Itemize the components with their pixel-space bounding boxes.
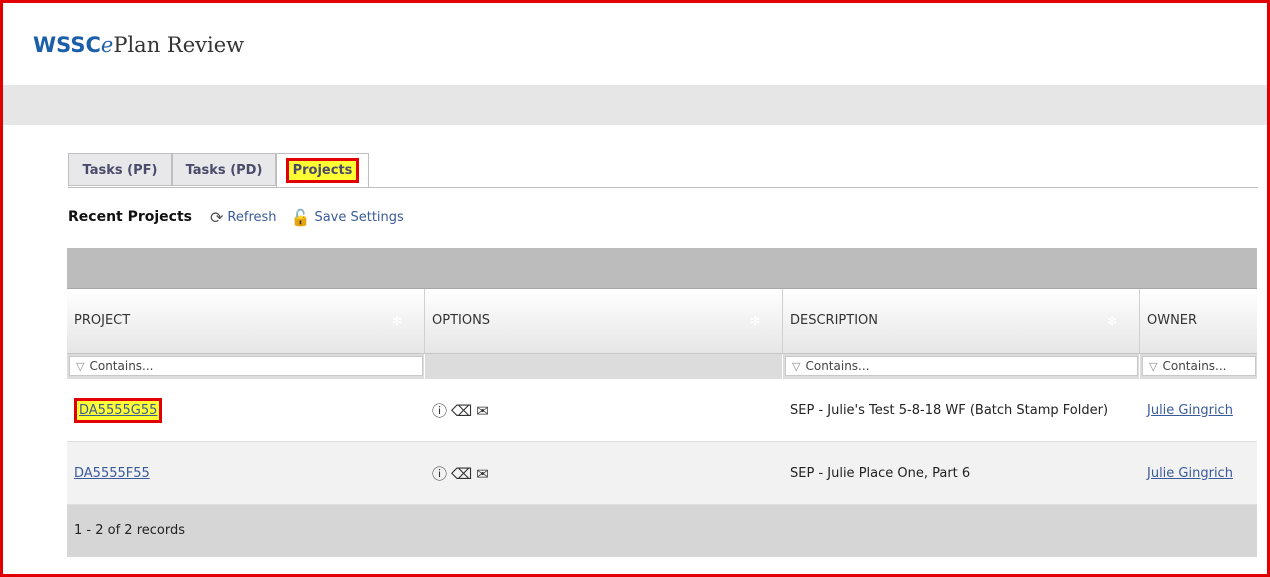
funnel-icon: ▽ [1149, 360, 1158, 373]
column-header-description[interactable]: DESCRIPTION ✻ [783, 289, 1140, 353]
owner-cell: Julie Gingrich [1140, 403, 1257, 418]
info-icon[interactable]: ⓘ [432, 402, 447, 420]
project-cell: DA5555F55 [67, 466, 425, 481]
tab-label: Tasks (PD) [185, 163, 263, 178]
projects-grid: PROJECT ✻ OPTIONS ✻ DESCRIPTION ✻ OWNER … [67, 248, 1257, 557]
filter-row: ▽ Contains... ▽ Contains... ▽ Contains... [67, 354, 1257, 379]
owner-link[interactable]: Julie Gingrich [1147, 403, 1233, 418]
project-link[interactable]: DA5555F55 [74, 466, 150, 481]
refresh-icon: ⟳ [210, 207, 224, 227]
save-settings-label: Save Settings [314, 209, 404, 225]
tab-label: Tasks (PF) [82, 163, 158, 178]
project-link[interactable]: DA5555G55 [74, 397, 163, 423]
column-header-label: OWNER [1147, 313, 1198, 328]
funnel-icon: ▽ [76, 360, 85, 373]
mail-icon[interactable]: ✉ [476, 465, 489, 483]
grid-toolbar: Recent Projects ⟳ Refresh 🔓 Save Setting… [68, 207, 418, 227]
mail-icon[interactable]: ✉ [476, 402, 489, 420]
group-bar [67, 248, 1257, 288]
brand-e: e [100, 33, 114, 57]
filter-cell-owner: ▽ Contains... [1140, 354, 1257, 379]
description-cell: SEP - Julie Place One, Part 6 [790, 465, 971, 481]
filter-cell-options [425, 354, 783, 379]
pager-info: 1 - 2 of 2 records [67, 505, 1257, 557]
column-header-owner[interactable]: OWNER [1140, 289, 1257, 353]
tab-divider [68, 187, 1258, 188]
description-cell: SEP - Julie's Test 5-8-18 WF (Batch Stam… [790, 402, 1109, 418]
tab-tasks-pf[interactable]: Tasks (PF) [68, 153, 172, 186]
owner-filter-input[interactable]: ▽ Contains... [1142, 356, 1256, 376]
table-row: DA5555F55 ⓘ ⌫ ✉ SEP - Julie Place One, Par… [67, 442, 1257, 505]
column-header-project[interactable]: PROJECT ✻ [67, 289, 425, 353]
filter-cell-description: ▽ Contains... [783, 354, 1140, 379]
column-header-options[interactable]: OPTIONS ✻ [425, 289, 783, 353]
filter-cell-project: ▽ Contains... [67, 354, 425, 379]
filter-placeholder: Contains... [1162, 359, 1227, 373]
header-bar [3, 85, 1267, 125]
gear-icon[interactable]: ✻ [1107, 289, 1117, 353]
project-filter-input[interactable]: ▽ Contains... [69, 356, 423, 376]
description-filter-input[interactable]: ▽ Contains... [785, 356, 1138, 376]
refresh-label: Refresh [227, 209, 277, 225]
save-settings-icon: 🔓 [290, 207, 311, 227]
options-cell: ⓘ ⌫ ✉ [425, 400, 783, 421]
header-row: PROJECT ✻ OPTIONS ✻ DESCRIPTION ✻ OWNER [67, 288, 1257, 354]
app-logo: WSSCePlan Review [33, 33, 244, 57]
refresh-button[interactable]: ⟳ Refresh [210, 208, 277, 227]
gear-icon[interactable]: ✻ [392, 289, 402, 353]
eraser-icon[interactable]: ⌫ [451, 465, 472, 483]
filter-placeholder: Contains... [89, 359, 154, 373]
section-title: Recent Projects [68, 209, 193, 225]
funnel-icon: ▽ [792, 360, 801, 373]
filter-placeholder: Contains... [805, 359, 870, 373]
project-cell: DA5555G55 [67, 397, 425, 423]
column-header-label: PROJECT [74, 313, 131, 328]
tab-tasks-pd[interactable]: Tasks (PD) [172, 153, 276, 186]
brand-wssc: WSSC [33, 33, 101, 57]
tab-label: Projects [285, 158, 360, 183]
owner-cell: Julie Gingrich [1140, 466, 1257, 481]
brand-plan-review: Plan Review [113, 33, 245, 57]
tab-projects[interactable]: Projects [276, 153, 369, 188]
gear-icon[interactable]: ✻ [750, 289, 760, 353]
column-header-label: OPTIONS [432, 313, 491, 328]
eraser-icon[interactable]: ⌫ [451, 402, 472, 420]
column-header-label: DESCRIPTION [790, 313, 878, 328]
table-row: DA5555G55 ⓘ ⌫ ✉ SEP - Julie's Test 5-8-18 … [67, 379, 1257, 442]
save-settings-button[interactable]: 🔓 Save Settings [291, 208, 404, 227]
info-icon[interactable]: ⓘ [432, 465, 447, 483]
options-cell: ⓘ ⌫ ✉ [425, 463, 783, 484]
owner-link[interactable]: Julie Gingrich [1147, 466, 1233, 481]
